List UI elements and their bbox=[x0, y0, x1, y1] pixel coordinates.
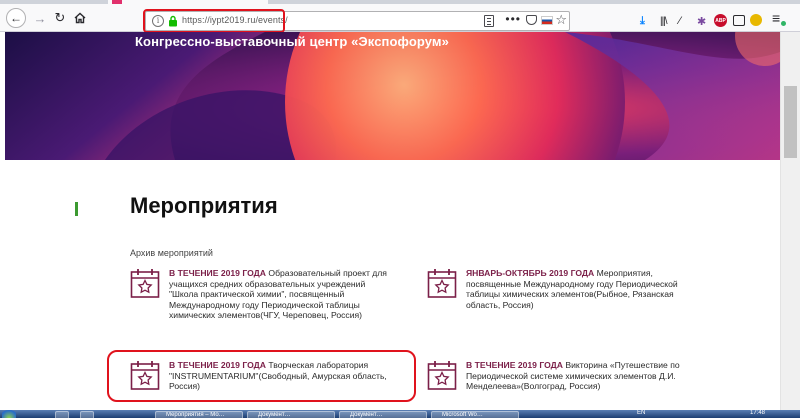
taskbar-item-firefox-window[interactable]: Мероприятия – Мо… bbox=[155, 411, 243, 418]
event-date[interactable]: ЯНВАРЬ-ОКТЯБРЬ 2019 ГОДА bbox=[466, 268, 594, 278]
home-button[interactable] bbox=[70, 8, 90, 28]
taskbar-item-word-1[interactable]: Документ… bbox=[247, 411, 335, 418]
page-scrollbar[interactable] bbox=[780, 32, 800, 410]
update-dot-icon bbox=[781, 21, 786, 26]
windows-taskbar: Мероприятия – Мо… Документ… Документ… Mi… bbox=[0, 410, 800, 418]
url-highlight-annotation bbox=[143, 9, 285, 33]
emoji-extension-icon[interactable] bbox=[750, 14, 762, 26]
taskbar-item-word-3[interactable]: Microsoft Wo… bbox=[431, 411, 519, 418]
back-button[interactable]: ← bbox=[6, 8, 26, 28]
hamburger-menu-icon[interactable]: ≡ bbox=[772, 10, 780, 26]
russian-flag-icon[interactable] bbox=[541, 16, 553, 25]
section-accent-bar bbox=[75, 202, 78, 216]
pocket-icon[interactable] bbox=[526, 15, 537, 25]
event-description: ЯНВАРЬ-ОКТЯБРЬ 2019 ГОДА Мероприятия, по… bbox=[466, 268, 696, 310]
sidebar-icon[interactable] bbox=[733, 15, 745, 26]
hero-background bbox=[5, 32, 780, 160]
page-actions-icon[interactable]: ••• bbox=[505, 12, 521, 26]
start-button[interactable] bbox=[2, 410, 16, 418]
scrollbar-thumb[interactable] bbox=[784, 86, 797, 158]
extension-icon[interactable]: ✱ bbox=[697, 14, 706, 28]
home-icon bbox=[74, 12, 86, 24]
library-icon[interactable]: |||\ bbox=[660, 14, 668, 28]
event-description: В ТЕЧЕНИЕ 2019 ГОДА Образовательный прое… bbox=[169, 268, 389, 321]
arrow-right-icon: → bbox=[33, 10, 47, 26]
event-date[interactable]: В ТЕЧЕНИЕ 2019 ГОДА bbox=[466, 360, 563, 370]
system-clock[interactable]: 17:48 bbox=[750, 410, 765, 416]
hero-title: Конгрессно-выставочный центр «Экспофорум… bbox=[135, 34, 449, 49]
reload-icon: ↻ bbox=[54, 10, 66, 25]
event-highlight-annotation bbox=[107, 350, 416, 402]
navigation-toolbar: ← → ↻ i https://iypt2019.ru/events/ ••• … bbox=[0, 4, 800, 33]
taskbar-item-explorer[interactable] bbox=[55, 411, 69, 418]
taskbar-item-firefox[interactable] bbox=[80, 411, 94, 418]
calendar-star-icon bbox=[427, 269, 457, 298]
page-title: Мероприятия bbox=[130, 193, 278, 218]
taskbar-item-word-2[interactable]: Документ… bbox=[339, 411, 427, 418]
arrow-left-icon: ← bbox=[10, 11, 22, 25]
event-description: В ТЕЧЕНИЕ 2019 ГОДА Викторина «Путешеств… bbox=[466, 360, 701, 392]
bookmark-star-icon[interactable]: ☆ bbox=[555, 12, 567, 28]
reader-view-icon[interactable] bbox=[484, 15, 494, 27]
forward-button[interactable]: → bbox=[30, 8, 50, 28]
calendar-star-icon bbox=[427, 361, 457, 390]
eyedropper-icon[interactable]: ⁄ bbox=[679, 14, 681, 28]
calendar-star-icon bbox=[130, 269, 160, 298]
archive-label: Архив мероприятий bbox=[130, 248, 213, 258]
language-indicator[interactable]: EN bbox=[637, 410, 645, 416]
download-icon[interactable]: ⤓ bbox=[640, 14, 645, 28]
adblock-icon[interactable]: ABP bbox=[714, 14, 727, 27]
hero-banner: Конгрессно-выставочный центр «Экспофорум… bbox=[5, 32, 780, 160]
event-date[interactable]: В ТЕЧЕНИЕ 2019 ГОДА bbox=[169, 268, 266, 278]
reload-button[interactable]: ↻ bbox=[50, 8, 70, 28]
